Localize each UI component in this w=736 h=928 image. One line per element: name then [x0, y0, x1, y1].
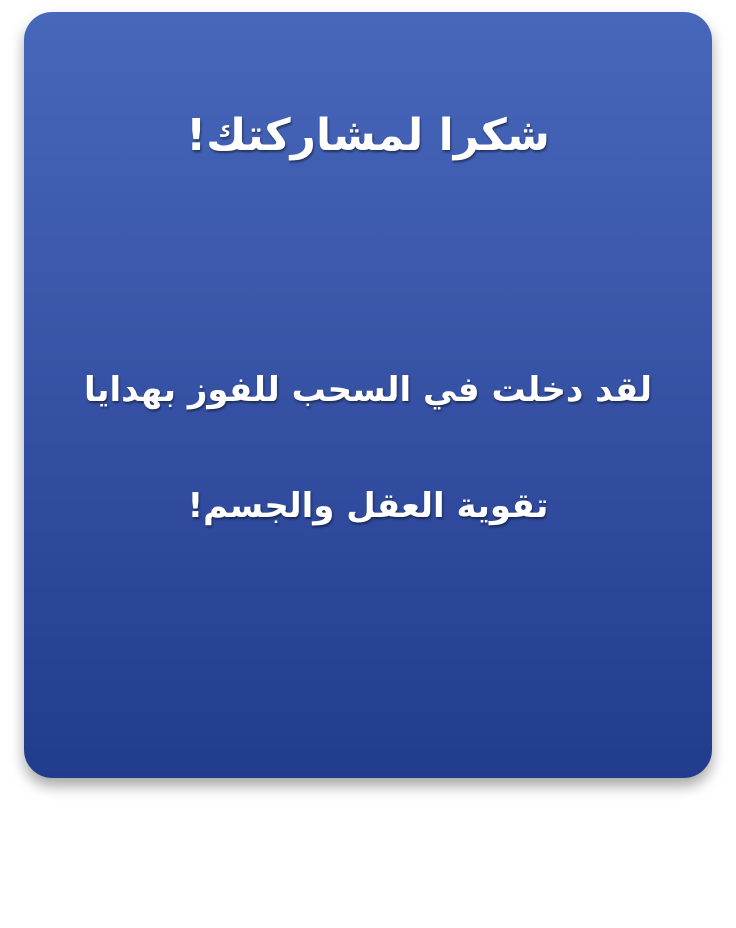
thank-you-message: لقد دخلت في السحب للفوز بهدايا تقوية الع…	[83, 370, 653, 526]
thank-you-title: شكرا لمشاركتك!	[186, 110, 550, 161]
thank-you-card: شكرا لمشاركتك! لقد دخلت في السحب للفوز ب…	[24, 12, 712, 778]
